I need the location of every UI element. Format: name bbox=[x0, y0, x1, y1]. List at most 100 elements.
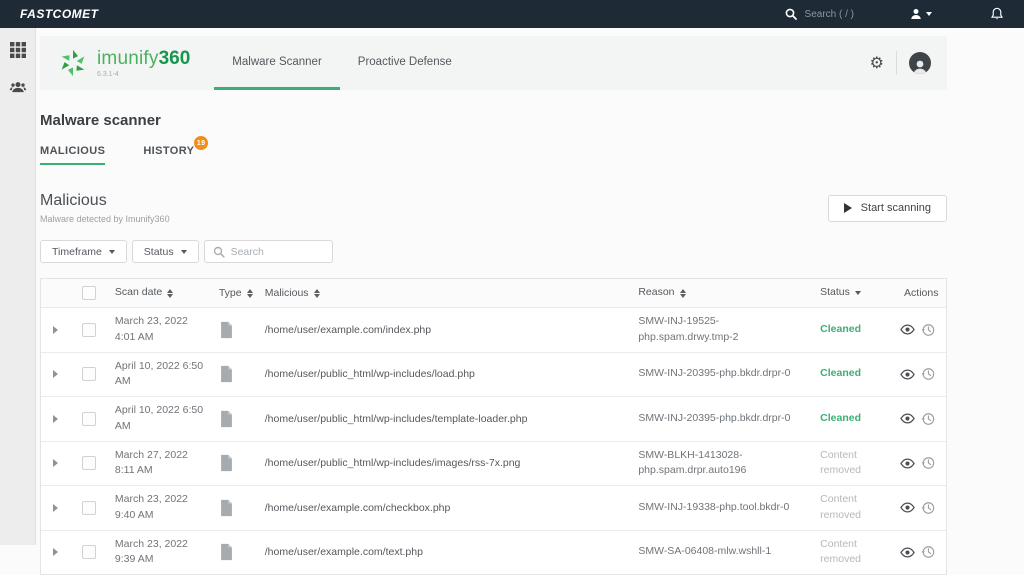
reason: SMW-INJ-19525-php.spam.drwy.tmp-2 bbox=[638, 315, 739, 343]
section-header: Malicious Malware detected by Imunify360 bbox=[40, 192, 170, 224]
malicious-table: Scan date Type Malicious Reason Status A… bbox=[40, 278, 947, 575]
status-badge: Content removed bbox=[820, 537, 861, 566]
tab-history[interactable]: HISTORY 19 bbox=[143, 136, 209, 165]
scan-date: March 23, 2022 9:40 AM bbox=[114, 493, 188, 521]
search-input[interactable] bbox=[230, 245, 321, 258]
reason: SMW-INJ-19338-php.tool.bkdr-0 bbox=[638, 500, 790, 513]
chevron-down-icon bbox=[108, 249, 115, 254]
expand-row-icon[interactable] bbox=[53, 325, 59, 334]
file-icon bbox=[219, 321, 234, 339]
page-title: Malware scanner bbox=[40, 112, 161, 129]
expand-row-icon[interactable] bbox=[53, 414, 59, 423]
status-dropdown[interactable]: Status bbox=[131, 240, 199, 263]
history-count-badge: 19 bbox=[193, 136, 209, 150]
row-checkbox[interactable] bbox=[81, 456, 96, 471]
view-file-button[interactable] bbox=[900, 458, 915, 469]
search-box bbox=[203, 240, 333, 263]
topbar-search-label: Search ( / ) bbox=[804, 8, 854, 20]
row-checkbox[interactable] bbox=[81, 545, 96, 560]
table-header-row: Scan date Type Malicious Reason Status A… bbox=[41, 279, 946, 307]
reason: SMW-INJ-20395-php.bkdr.drpr-0 bbox=[638, 367, 791, 380]
view-file-button[interactable] bbox=[900, 547, 915, 558]
tab-proactive-defense[interactable]: Proactive Defense bbox=[340, 36, 470, 90]
malicious-file-path: /home/user/example.com/checkbox.php bbox=[264, 501, 451, 514]
search-icon bbox=[785, 8, 797, 20]
sort-icon bbox=[167, 288, 174, 298]
reason: SMW-BLKH-1413028-php.spam.drpr.auto196 bbox=[638, 448, 747, 477]
restore-history-button[interactable] bbox=[921, 323, 935, 337]
restore-history-button[interactable] bbox=[921, 545, 935, 559]
view-file-button[interactable] bbox=[900, 369, 915, 380]
topbar-search[interactable]: Search ( / ) bbox=[775, 8, 864, 20]
fastcomet-logo: FASTCOMET bbox=[20, 7, 99, 21]
view-file-button[interactable] bbox=[900, 502, 915, 513]
grid-icon bbox=[9, 41, 27, 59]
select-all-checkbox[interactable] bbox=[81, 286, 96, 300]
chevron-down-icon bbox=[926, 12, 932, 16]
file-icon bbox=[219, 454, 234, 472]
col-scan-date[interactable]: Scan date bbox=[115, 285, 174, 301]
expand-row-icon[interactable] bbox=[53, 459, 59, 468]
reason: SMW-SA-06408-mlw.wshll-1 bbox=[638, 545, 772, 558]
restore-history-button[interactable] bbox=[921, 412, 935, 426]
table-row: April 10, 2022 6:50 AM/home/user/public_… bbox=[41, 351, 946, 396]
search-icon bbox=[213, 246, 225, 258]
play-icon bbox=[843, 203, 852, 213]
scan-date: March 23, 2022 9:39 AM bbox=[114, 537, 188, 566]
sort-icon bbox=[246, 288, 253, 298]
left-sidebar bbox=[0, 28, 36, 545]
avatar[interactable] bbox=[909, 52, 931, 74]
row-checkbox[interactable] bbox=[81, 367, 96, 382]
malicious-file-path: /home/user/public_html/wp-includes/image… bbox=[264, 457, 521, 470]
imunify-logo-icon bbox=[58, 48, 88, 78]
section-subtitle: Malware detected by Imunify360 bbox=[40, 214, 170, 224]
row-checkbox[interactable] bbox=[81, 411, 96, 426]
apps-grid-button[interactable] bbox=[6, 38, 30, 62]
notifications-button[interactable] bbox=[950, 7, 1024, 21]
restore-history-button[interactable] bbox=[921, 501, 935, 515]
brand-name: imunify bbox=[97, 48, 159, 69]
view-file-button[interactable] bbox=[900, 324, 915, 335]
restore-history-button[interactable] bbox=[921, 367, 935, 381]
table-row: March 27, 2022 8:11 AM/home/user/public_… bbox=[41, 440, 946, 485]
expand-row-icon[interactable] bbox=[53, 503, 59, 512]
col-reason[interactable]: Reason bbox=[638, 285, 686, 301]
table-row: March 23, 2022 9:40 AM/home/user/example… bbox=[41, 485, 946, 530]
divider bbox=[896, 51, 897, 75]
col-malicious[interactable]: Malicious bbox=[265, 287, 320, 299]
page-tabs: MALICIOUS HISTORY 19 bbox=[40, 136, 947, 166]
tab-malicious[interactable]: MALICIOUS bbox=[40, 145, 106, 165]
chevron-down-icon bbox=[854, 291, 861, 295]
tab-malware-scanner[interactable]: Malware Scanner bbox=[214, 36, 340, 90]
users-button[interactable] bbox=[6, 76, 30, 100]
gear-icon[interactable]: ⚙ bbox=[870, 55, 884, 71]
section-title: Malicious bbox=[40, 192, 107, 209]
col-type[interactable]: Type bbox=[219, 287, 253, 299]
status-badge: Cleaned bbox=[820, 367, 861, 380]
col-status[interactable]: Status bbox=[820, 285, 861, 301]
status-badge: Content removed bbox=[820, 448, 861, 477]
status-badge: Content removed bbox=[820, 493, 861, 521]
col-actions: Actions bbox=[904, 287, 939, 299]
main-content: imunify 360 6.3.1-4 Malware Scanner Proac… bbox=[40, 28, 947, 575]
file-icon bbox=[219, 499, 234, 517]
topbar: FASTCOMET Search ( / ) bbox=[0, 0, 1024, 28]
file-icon bbox=[219, 365, 234, 383]
imunify-header: imunify 360 6.3.1-4 Malware Scanner Proac… bbox=[40, 36, 947, 90]
malicious-file-path: /home/user/example.com/text.php bbox=[264, 546, 423, 559]
start-scanning-button[interactable]: Start scanning bbox=[827, 194, 947, 222]
malicious-file-path: /home/user/example.com/index.php bbox=[264, 323, 432, 336]
imunify-brand: imunify 360 6.3.1-4 bbox=[40, 36, 214, 90]
row-checkbox[interactable] bbox=[81, 500, 96, 515]
expand-row-icon[interactable] bbox=[53, 548, 59, 557]
table-row: April 10, 2022 6:50 AM/home/user/public_… bbox=[41, 396, 946, 441]
scan-date: April 10, 2022 6:50 AM bbox=[114, 359, 204, 388]
restore-history-button[interactable] bbox=[921, 456, 935, 470]
reason: SMW-INJ-20395-php.bkdr.drpr-0 bbox=[638, 411, 791, 424]
timeframe-dropdown[interactable]: Timeframe bbox=[40, 240, 127, 263]
brand-version: 6.3.1-4 bbox=[97, 71, 119, 78]
user-menu-button[interactable] bbox=[892, 8, 950, 20]
row-checkbox[interactable] bbox=[81, 322, 96, 337]
expand-row-icon[interactable] bbox=[53, 370, 59, 379]
view-file-button[interactable] bbox=[900, 413, 915, 424]
